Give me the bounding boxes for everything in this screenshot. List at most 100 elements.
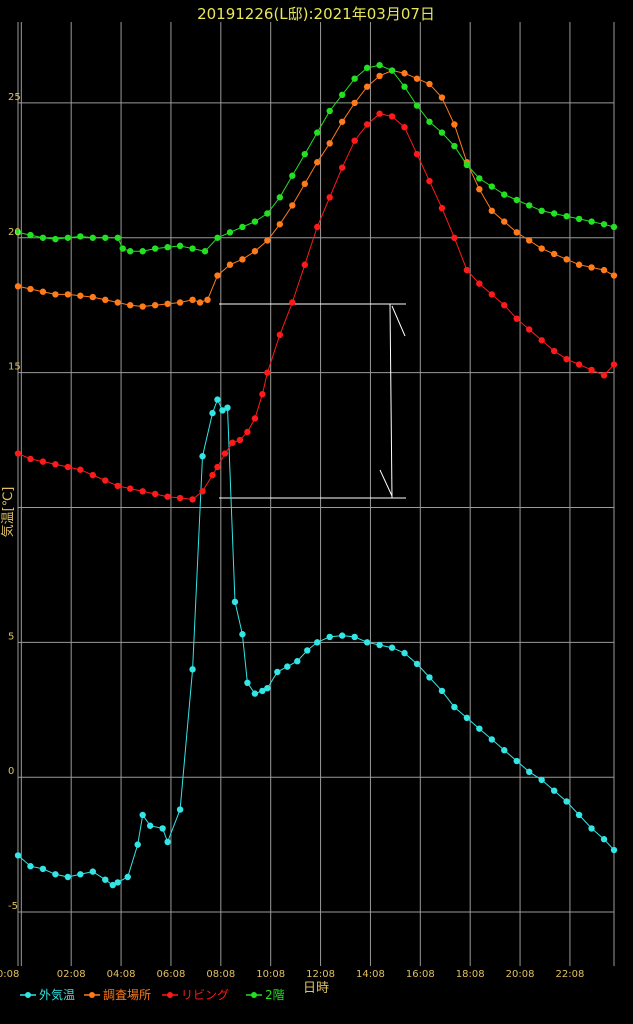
legend-label: 外気温 (39, 987, 75, 1002)
data-point (513, 757, 520, 765)
data-point (77, 233, 84, 240)
data-point (189, 296, 196, 304)
data-point (289, 202, 296, 209)
data-point (264, 237, 271, 244)
data-point (289, 172, 296, 179)
data-point (204, 296, 211, 304)
data-point (164, 300, 171, 308)
data-point (77, 871, 84, 878)
data-point (52, 871, 59, 878)
data-point (438, 129, 446, 136)
data-point (114, 879, 121, 886)
data-point (451, 703, 458, 711)
data-point (52, 235, 59, 243)
data-point (164, 244, 171, 251)
data-point (214, 396, 221, 403)
data-point (610, 846, 618, 854)
data-point (338, 164, 346, 171)
data-point (413, 660, 421, 668)
data-point (199, 453, 206, 460)
axis-ticks: 3/07 00:08 02:08 04:08 06:08 08:08 10:08 12:08… (0, 92, 584, 980)
series-line-2 (17, 113, 615, 500)
y-tick-label: 0 (8, 766, 14, 777)
data-point (326, 633, 333, 641)
data-point (301, 150, 308, 158)
data-point (189, 245, 196, 252)
legend-label: 2階 (265, 987, 285, 1002)
data-point (438, 94, 446, 101)
data-point (600, 372, 608, 379)
data-point (451, 121, 458, 128)
data-point (124, 873, 131, 881)
data-point (426, 80, 433, 88)
data-point (289, 299, 296, 306)
data-point (52, 461, 59, 468)
data-point (264, 369, 271, 376)
data-point (326, 107, 333, 115)
data-point (201, 248, 209, 255)
data-point (226, 229, 234, 236)
data-point (563, 355, 570, 363)
data-point (264, 684, 271, 692)
data-point (476, 725, 483, 732)
data-point (196, 299, 204, 306)
data-point (39, 865, 47, 873)
x-axis-label: 日時 (303, 981, 329, 996)
data-point (314, 223, 321, 231)
data-point (526, 768, 533, 776)
data-point (39, 288, 47, 295)
data-point (363, 121, 371, 128)
data-point (563, 798, 570, 805)
data-point (294, 658, 301, 665)
data-point (127, 485, 134, 492)
data-point (463, 266, 471, 274)
data-point (276, 194, 284, 201)
x-tick-label: 20:08 (506, 969, 535, 980)
data-point (226, 261, 234, 268)
data-point (127, 248, 134, 255)
data-point (401, 83, 408, 90)
data-point (159, 825, 166, 832)
data-point (314, 129, 321, 136)
data-point (600, 266, 608, 274)
data-point (513, 315, 520, 322)
y-axis-label: 気温[℃] (0, 487, 16, 538)
data-point (89, 293, 97, 301)
data-point (139, 811, 146, 819)
data-point (351, 137, 358, 144)
data-point (501, 302, 508, 309)
data-point (550, 250, 558, 258)
data-point (588, 366, 595, 374)
data-point (102, 296, 109, 304)
data-point (259, 391, 266, 398)
data-point (526, 237, 533, 244)
series-line-1 (17, 69, 615, 308)
data-point (164, 493, 171, 500)
data-point (276, 331, 284, 339)
x-tick-label: 12:08 (306, 969, 335, 980)
data-point (413, 75, 421, 82)
data-point (176, 494, 184, 502)
data-point (214, 234, 221, 241)
data-point (326, 140, 333, 147)
data-point (114, 299, 121, 306)
data-point (451, 142, 458, 150)
x-tick-label: 18:08 (456, 969, 485, 980)
data-point (304, 647, 311, 654)
data-point (610, 223, 618, 231)
data-point (610, 272, 618, 279)
data-point (526, 326, 533, 333)
temperature-chart: 20191226(L邸):2021年03月07日 3/07 00:08 02:08… (0, 5, 618, 1002)
data-point (463, 714, 471, 722)
legend-label: リビング (181, 988, 229, 1002)
data-point (351, 99, 358, 107)
data-point (284, 663, 291, 670)
data-point (426, 118, 433, 125)
data-point (176, 242, 184, 250)
data-point (231, 598, 239, 606)
data-point (426, 674, 433, 681)
data-point (388, 644, 396, 651)
data-point (27, 231, 34, 239)
data-point (119, 245, 126, 252)
data-point (134, 841, 141, 848)
